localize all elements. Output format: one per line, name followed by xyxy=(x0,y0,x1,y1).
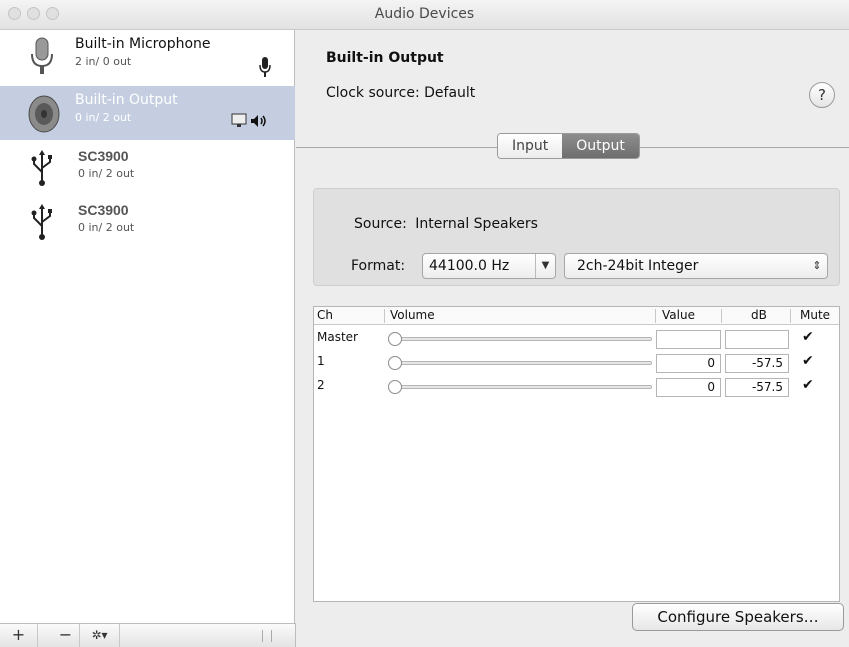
checkmark-icon: ✔ xyxy=(802,353,814,369)
column-header-volume: Volume xyxy=(390,308,435,322)
tab-input[interactable]: Input xyxy=(498,134,563,158)
sample-rate-value: 44100.0 Hz xyxy=(429,258,510,274)
device-name: Built-in Output xyxy=(75,92,178,108)
mute-checkbox[interactable]: ✔ xyxy=(802,378,816,392)
device-item-sc3900[interactable]: SC3900 0 in/ 2 out xyxy=(0,196,295,250)
value-field[interactable]: 0 xyxy=(656,378,721,397)
volume-slider-knob[interactable] xyxy=(388,332,402,346)
channel-name: Master xyxy=(317,330,358,344)
device-io: 2 in/ 0 out xyxy=(75,55,132,68)
volume-slider-knob[interactable] xyxy=(388,380,402,394)
title-bar: Audio Devices xyxy=(0,0,849,30)
column-separator xyxy=(790,309,791,323)
mute-checkbox[interactable]: ✔ xyxy=(802,354,816,368)
column-separator xyxy=(721,309,722,323)
device-item-sc3900[interactable]: SC3900 0 in/ 2 out xyxy=(0,142,295,196)
source-row: Source: Internal Speakers xyxy=(354,216,538,232)
volume-slider-track[interactable] xyxy=(390,385,652,389)
tab-control: Input Output xyxy=(497,133,640,159)
device-name: SC3900 xyxy=(78,148,129,164)
device-item-built-in-microphone[interactable]: Built-in Microphone 2 in/ 0 out xyxy=(0,30,295,84)
mute-checkbox[interactable]: ✔ xyxy=(802,330,816,344)
checkmark-icon: ✔ xyxy=(802,329,814,345)
bit-format-select[interactable]: 2ch-24bit Integer ⇕ xyxy=(564,253,828,279)
device-io: 0 in/ 2 out xyxy=(78,221,135,234)
default-input-microphone-icon xyxy=(259,57,271,77)
device-detail-panel: Built-in Output Clock source: Default ? … xyxy=(296,30,849,647)
checkmark-icon: ✔ xyxy=(802,377,814,393)
table-row: 2 0 -57.5 ✔ xyxy=(314,375,839,397)
source-value: Internal Speakers xyxy=(415,216,538,232)
configure-speakers-button[interactable]: Configure Speakers… xyxy=(632,603,844,631)
audio-devices-window: Audio Devices Built-in Microphone 2 in/ … xyxy=(0,0,849,647)
device-io: 0 in/ 2 out xyxy=(75,111,132,124)
db-field[interactable]: -57.5 xyxy=(725,354,789,373)
device-item-built-in-output[interactable]: Built-in Output 0 in/ 2 out xyxy=(0,86,295,140)
channel-name: 2 xyxy=(317,378,325,392)
column-separator xyxy=(655,309,656,323)
gear-menu-button[interactable]: ✲▾ xyxy=(80,624,120,647)
bit-format-value: 2ch-24bit Integer xyxy=(577,258,699,274)
column-header-value: Value xyxy=(662,308,695,322)
remove-device-button[interactable]: − xyxy=(52,624,80,647)
monitor-icon xyxy=(231,113,247,127)
table-header: Ch Volume Value dB Mute xyxy=(314,307,839,325)
volume-icon xyxy=(251,115,266,127)
clock-source: Clock source: Default xyxy=(326,85,476,101)
up-down-arrows-icon: ⇕ xyxy=(812,259,822,272)
device-name: SC3900 xyxy=(78,202,129,218)
column-header-mute: Mute xyxy=(800,308,831,322)
column-separator xyxy=(384,309,385,323)
column-header-ch: Ch xyxy=(317,308,333,322)
table-row: Master ✔ xyxy=(314,327,839,349)
sidebar-toolbar: + − ✲▾ xyxy=(0,623,296,647)
source-label: Source: xyxy=(354,216,407,232)
speaker-icon xyxy=(28,95,60,133)
device-list: Built-in Microphone 2 in/ 0 out Built-in… xyxy=(0,30,295,623)
table-row: 1 0 -57.5 ✔ xyxy=(314,351,839,373)
usb-icon xyxy=(31,204,52,240)
channel-volume-table: Ch Volume Value dB Mute Master ✔ 1 0 -57… xyxy=(313,306,840,602)
value-field[interactable]: 0 xyxy=(656,354,721,373)
output-settings-group: Source: Internal Speakers Format: 44100.… xyxy=(313,188,840,286)
device-io: 0 in/ 2 out xyxy=(78,167,135,180)
device-title: Built-in Output xyxy=(326,50,444,66)
chevron-down-icon: ▼ xyxy=(535,254,555,278)
device-name: Built-in Microphone xyxy=(75,36,211,52)
gear-icon: ✲▾ xyxy=(91,628,108,642)
add-device-button[interactable]: + xyxy=(0,624,38,647)
db-field[interactable] xyxy=(725,330,789,349)
resize-handle[interactable] xyxy=(262,630,272,642)
channel-name: 1 xyxy=(317,354,325,368)
sample-rate-select[interactable]: 44100.0 Hz ▼ xyxy=(422,253,556,279)
volume-slider-knob[interactable] xyxy=(388,356,402,370)
window-title: Audio Devices xyxy=(374,6,475,22)
format-label: Format: xyxy=(351,258,406,274)
help-icon: ? xyxy=(818,86,826,104)
column-header-db: dB xyxy=(751,308,767,322)
volume-slider-track[interactable] xyxy=(390,361,652,365)
help-button[interactable]: ? xyxy=(809,82,835,108)
usb-icon xyxy=(31,150,52,186)
value-field[interactable] xyxy=(656,330,721,349)
db-field[interactable]: -57.5 xyxy=(725,378,789,397)
volume-slider-track[interactable] xyxy=(390,337,652,341)
tab-output[interactable]: Output xyxy=(562,134,639,158)
microphone-icon xyxy=(31,37,53,74)
